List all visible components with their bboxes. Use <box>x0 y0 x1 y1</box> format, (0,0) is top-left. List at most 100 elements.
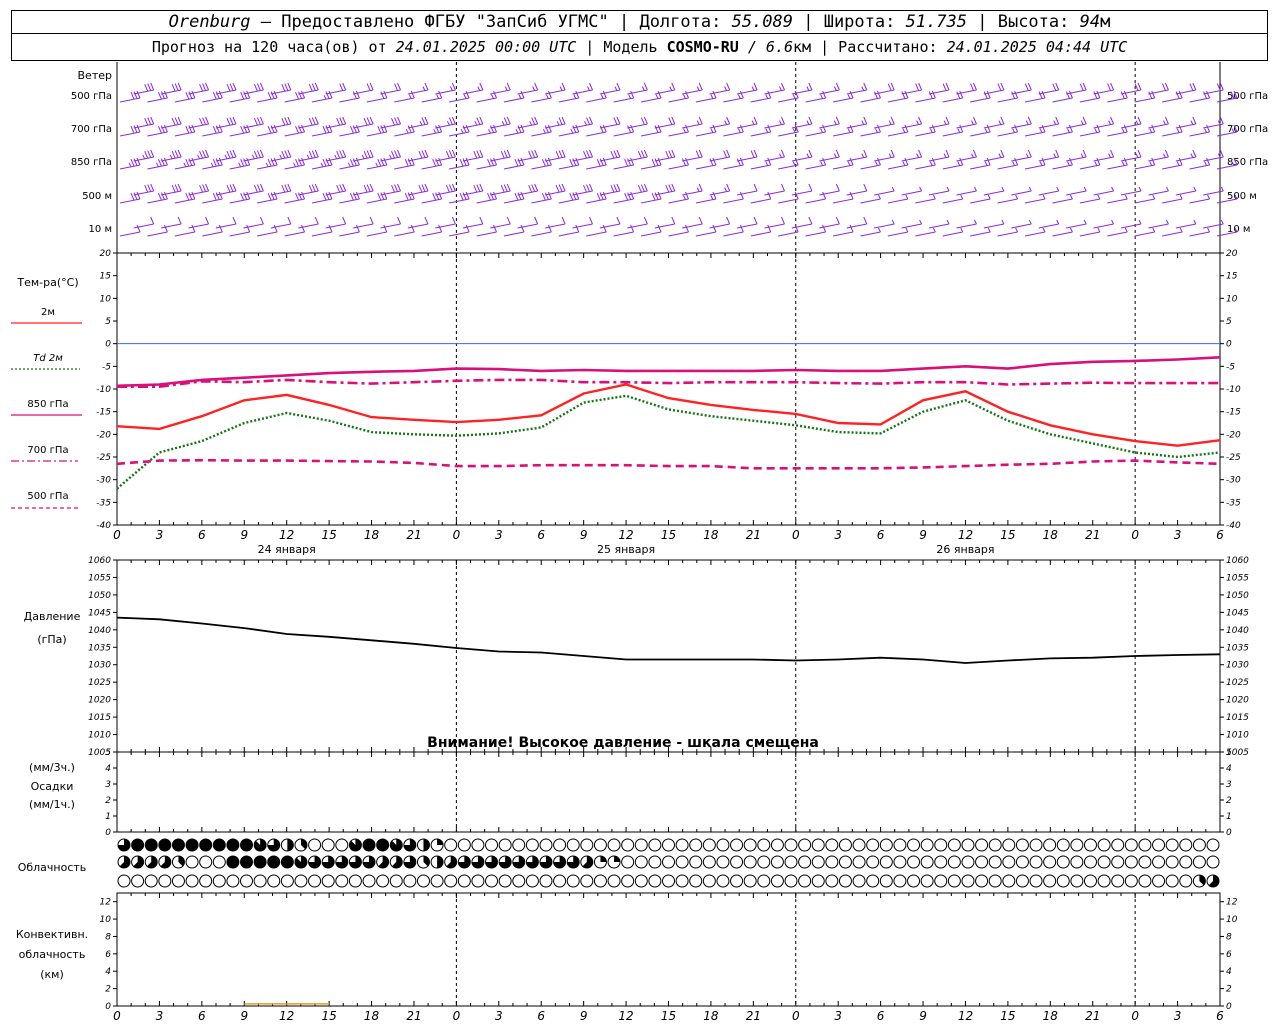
wind-barb <box>970 90 991 103</box>
wind-barb-flag <box>177 149 182 158</box>
wind-barb-staff <box>215 223 237 229</box>
wind-barb-flag <box>246 124 251 133</box>
cloud-circle <box>416 874 430 888</box>
pressure-ytick-label: 1050 <box>88 591 111 601</box>
cloud-cover-mark <box>1165 874 1179 888</box>
wind-barb-flag <box>433 128 437 134</box>
wind-barb-staff <box>353 223 374 229</box>
wind-barb <box>1011 82 1032 95</box>
wind-barb-flag <box>974 219 977 225</box>
wind-barb-flag <box>861 120 865 125</box>
wind-barb-flag <box>683 195 686 200</box>
wind-barb-flag <box>822 191 827 200</box>
wind-barb-flag <box>185 193 190 201</box>
wind-barb-flag <box>529 120 533 126</box>
wind-barb-flag <box>419 120 423 126</box>
cloud-fill <box>145 839 158 851</box>
cloud-circle <box>566 838 580 852</box>
wind-barb-flag <box>256 83 261 91</box>
wind-barb-flag <box>185 159 190 167</box>
wind-barb <box>188 216 210 229</box>
wind-barb-flag <box>986 124 991 133</box>
cloud-circle <box>934 838 948 852</box>
wind-barb-staff <box>928 190 950 196</box>
cloud-cover-mark <box>525 874 539 888</box>
wind-barb-staff <box>750 231 771 237</box>
wind-barb-staff <box>997 198 1018 204</box>
cloud-cover-mark <box>253 855 267 869</box>
wind-barb-flag <box>589 82 593 91</box>
cloud-circle <box>743 874 757 888</box>
cloud-circle <box>1015 855 1029 869</box>
cloud-cover-mark <box>988 855 1002 869</box>
wind-barb-flag <box>602 224 607 233</box>
cloud-cover-mark <box>1111 874 1125 888</box>
wind-barb-flag <box>267 126 272 134</box>
cloud-circle <box>675 874 689 888</box>
wind-barb-flag <box>602 90 607 99</box>
wind-barb <box>1162 227 1183 237</box>
precip-label-3h: (мм/3ч.) <box>29 761 75 774</box>
wind-barb <box>449 191 470 204</box>
conv-ytick-label: 2 <box>1226 985 1232 995</box>
wind-barb-flag <box>144 151 149 159</box>
cloud-cover-mark <box>838 838 852 852</box>
cloud-circle <box>730 855 744 869</box>
wind-barb-staff <box>709 223 730 229</box>
wind-barb <box>805 224 827 237</box>
time-axis-hour-label: 12 <box>958 1009 973 1023</box>
wind-barb-flag <box>1083 219 1087 225</box>
wind-barb-flag <box>212 92 217 100</box>
time-axis-hour-label: 12 <box>618 528 633 542</box>
wind-barb-flag <box>1149 128 1153 133</box>
wind-barb <box>490 116 511 129</box>
wind-barb-flag <box>150 216 155 225</box>
wind-barb-flag <box>383 90 388 99</box>
wind-barb-flag <box>1014 90 1019 99</box>
wind-barb-flag <box>295 92 300 100</box>
pressure-ytick-label: 1050 <box>1226 591 1249 601</box>
wind-barb-flag <box>599 158 604 166</box>
temp-ytick-label: 20 <box>100 249 112 259</box>
wind-barb <box>791 116 813 129</box>
wind-barb-staff <box>1079 231 1100 237</box>
cloud-cover-mark <box>1152 838 1166 852</box>
wind-barb <box>819 116 840 129</box>
wind-barb-flag <box>534 216 539 225</box>
cloud-cover-mark <box>566 838 580 852</box>
wind-barb-flag <box>448 184 453 192</box>
wind-barb <box>394 191 415 204</box>
wind-barb-flag <box>436 94 440 99</box>
cloud-cover-mark <box>294 838 308 852</box>
wind-barb <box>353 216 374 229</box>
wind-barb <box>572 116 593 129</box>
wind-barb-flag <box>919 219 923 225</box>
wind-barb-flag <box>932 227 936 233</box>
wind-barb <box>983 116 1005 129</box>
wind-barb-flag <box>820 161 824 166</box>
wind-barb-flag <box>998 120 1002 125</box>
wind-barb <box>1175 82 1197 95</box>
cloud-circle <box>1070 874 1084 888</box>
wind-barb-flag <box>765 128 769 133</box>
wind-barb-flag <box>432 159 437 167</box>
wind-barb <box>1107 124 1128 137</box>
wind-barb-flag <box>544 158 549 166</box>
wind-barb-flag <box>202 83 207 91</box>
cloud-circle <box>757 855 771 869</box>
wind-barb-flag <box>643 116 648 125</box>
cloud-circle <box>457 838 471 852</box>
wind-barb-flag <box>1024 83 1029 91</box>
wind-barb-flag <box>229 83 234 91</box>
wind-barb-flag <box>765 94 769 99</box>
cloud-cover-mark <box>362 855 376 869</box>
wind-barb-flag <box>984 128 988 133</box>
wind-barb-flag <box>575 224 580 233</box>
wind-barb <box>325 216 347 229</box>
wind-barb-flag <box>616 82 621 91</box>
wind-barb-flag <box>904 124 909 133</box>
wind-barb <box>1093 149 1115 162</box>
wind-barb-flag <box>404 159 409 167</box>
wind-barb-flag <box>202 150 207 158</box>
wind-barb-staff <box>298 223 319 229</box>
